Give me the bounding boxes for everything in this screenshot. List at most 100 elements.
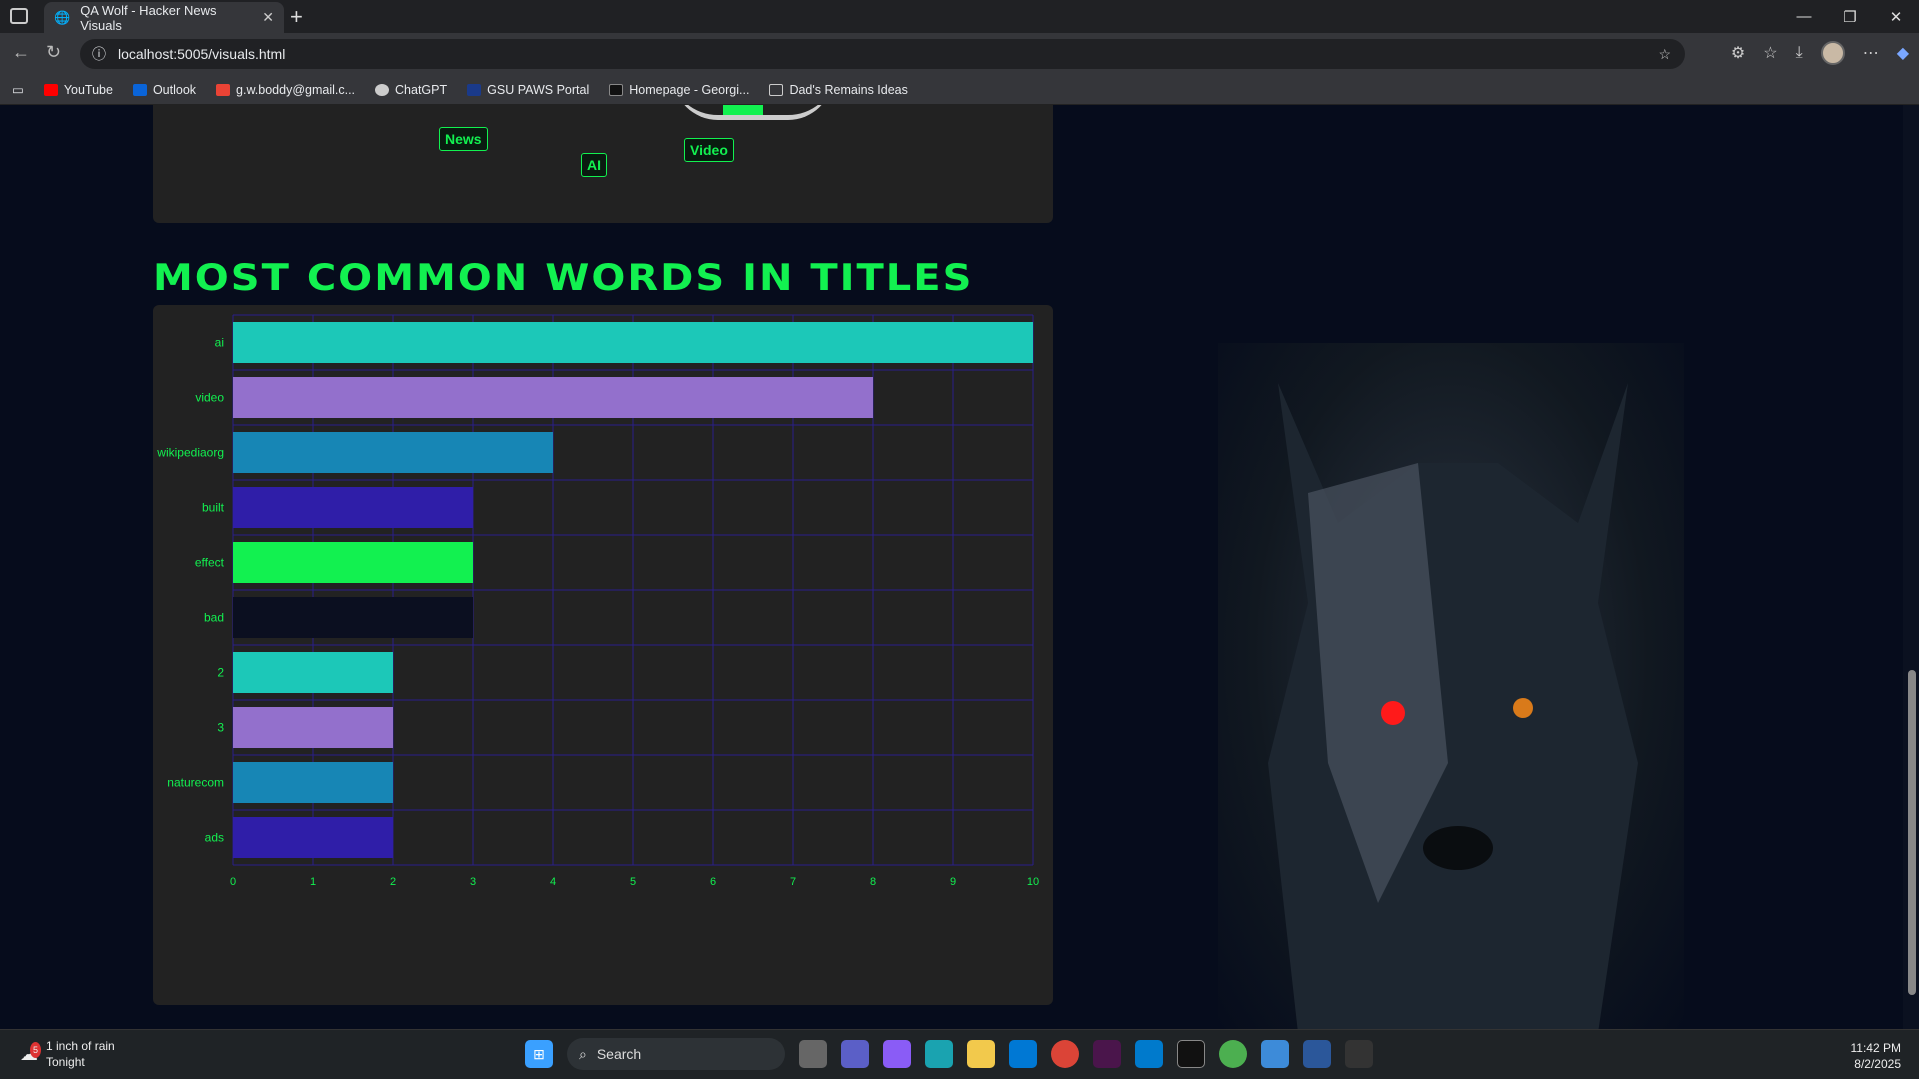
y-category-label: ads <box>205 831 224 845</box>
file-explorer-icon[interactable] <box>967 1040 995 1068</box>
scrollbar-thumb[interactable] <box>1908 670 1916 995</box>
y-category-label: video <box>195 391 224 405</box>
bar <box>233 817 393 858</box>
y-category-label: effect <box>195 556 225 570</box>
app-icon[interactable] <box>1177 1040 1205 1068</box>
x-tick-label: 4 <box>550 876 556 888</box>
extensions-icon[interactable]: ⚙ <box>1731 43 1745 63</box>
browser-tab[interactable]: 🌐 QA Wolf - Hacker News Visuals ✕ <box>44 2 284 33</box>
clock-time: 11:42 PM <box>1850 1041 1901 1055</box>
address-bar[interactable]: ⓘ localhost:5005/visuals.html ☆ <box>80 39 1685 69</box>
bar <box>233 432 553 473</box>
notepad-icon[interactable] <box>1261 1040 1289 1068</box>
edge-icon[interactable] <box>925 1040 953 1068</box>
pie-label-ai: AI <box>581 153 607 177</box>
site-icon <box>609 83 624 96</box>
chrome-icon[interactable] <box>1051 1040 1079 1068</box>
slack-icon[interactable] <box>1093 1040 1121 1068</box>
cyborg-wolf-image <box>1218 343 1684 1029</box>
collections-icon[interactable]: ▭ <box>12 82 24 97</box>
y-category-label: wikipediaorg <box>156 446 224 460</box>
y-category-label: naturecom <box>167 776 224 790</box>
x-tick-label: 5 <box>630 876 636 888</box>
gmail-icon <box>216 83 231 96</box>
minimize-button[interactable]: — <box>1781 0 1827 33</box>
y-category-label: 3 <box>217 721 224 735</box>
url-text[interactable]: localhost:5005/visuals.html <box>118 46 285 62</box>
page-scrollbar[interactable] <box>1903 105 1919 1029</box>
copilot-icon[interactable]: ◆ <box>1897 43 1909 63</box>
more-menu-icon[interactable]: ⋯ <box>1863 43 1879 63</box>
close-tab-icon[interactable]: ✕ <box>262 9 274 26</box>
pie-label-video: Video <box>684 138 734 162</box>
bookmark-outlook[interactable]: Outlook <box>132 83 196 97</box>
sidebar-toggle-icon[interactable] <box>10 8 28 24</box>
taskbar-search[interactable]: ⌕ Search <box>567 1038 785 1070</box>
bar <box>233 762 393 803</box>
bar <box>233 322 1033 363</box>
bookmark-gsu-paws[interactable]: GSU PAWS Portal <box>467 83 589 97</box>
favorites-icon[interactable]: ☆ <box>1763 43 1777 63</box>
word-icon[interactable] <box>1303 1040 1331 1068</box>
restore-button[interactable]: ❐ <box>1827 0 1873 33</box>
bookmark-youtube[interactable]: YouTube <box>43 83 113 97</box>
y-category-label: 2 <box>217 666 224 680</box>
globe-icon: 🌐 <box>54 9 71 25</box>
x-tick-label: 0 <box>230 876 236 888</box>
browser-toolbar: ← ↻ ⓘ localhost:5005/visuals.html ☆ ⚙ ☆ … <box>0 33 1919 75</box>
close-window-button[interactable]: ✕ <box>1873 0 1919 33</box>
tab-title: QA Wolf - Hacker News Visuals <box>80 2 217 33</box>
weather-subtext: Tonight <box>46 1055 85 1069</box>
task-view-icon[interactable] <box>799 1040 827 1068</box>
bar <box>233 487 473 528</box>
chatgpt-icon <box>375 83 390 96</box>
bar-chart: 0 1 2 3 4 5 6 7 8 9 10 ai video wikipediaorg built effe… <box>156 314 1039 888</box>
terminal-icon[interactable] <box>1345 1040 1373 1068</box>
bookmark-folder[interactable]: Dad's Remains Ideas <box>769 83 908 97</box>
amber-eye <box>1513 698 1533 718</box>
pie-chart-card: News AI Video <box>153 105 1053 223</box>
weather-badge: 5 <box>30 1042 42 1058</box>
x-tick-label: 8 <box>870 876 876 888</box>
start-button[interactable]: ⊞ <box>525 1040 553 1068</box>
refresh-button[interactable]: ↻ <box>46 42 61 63</box>
teams-icon[interactable] <box>841 1040 869 1068</box>
downloads-icon[interactable]: ⤓ <box>1796 44 1803 62</box>
pie-label-news: News <box>439 127 488 151</box>
system-clock[interactable]: 11:42 PM 8/2/2025 <box>1851 1040 1901 1072</box>
chrome-profile-icon[interactable] <box>1219 1040 1247 1068</box>
x-tick-label: 1 <box>310 876 316 888</box>
x-tick-label: 3 <box>470 876 476 888</box>
info-icon[interactable]: ⓘ <box>92 44 106 64</box>
x-tick-label: 7 <box>790 876 796 888</box>
weather-widget[interactable]: ☁ 5 1 inch of rain Tonight <box>20 1038 115 1070</box>
youtube-icon <box>43 83 58 96</box>
y-category-label: built <box>202 501 225 515</box>
pie-chart-bottom <box>673 105 833 120</box>
bookmark-chatgpt[interactable]: ChatGPT <box>375 83 447 97</box>
bookmark-gmail[interactable]: g.w.boddy@gmail.c... <box>216 83 355 97</box>
profile-avatar[interactable] <box>1820 41 1845 65</box>
red-eye <box>1381 701 1405 725</box>
y-category-label: bad <box>204 611 224 625</box>
section-heading: MOST COMMON WORDS IN TITLES <box>153 256 974 300</box>
x-tick-label: 9 <box>950 876 956 888</box>
vscode-icon[interactable] <box>1135 1040 1163 1068</box>
store-icon[interactable] <box>1009 1040 1037 1068</box>
x-tick-label: 2 <box>390 876 396 888</box>
favorite-star-icon[interactable]: ☆ <box>1658 46 1671 63</box>
windows-taskbar: ☁ 5 1 inch of rain Tonight ⊞ ⌕ Search 11:42… <box>0 1029 1919 1079</box>
page-content: News AI Video MOST COMMON WORDS IN TITLE… <box>0 105 1919 1029</box>
y-category-label: ai <box>215 336 224 350</box>
bar <box>233 597 473 638</box>
folder-icon <box>769 83 784 96</box>
bar <box>233 542 473 583</box>
title-bar: 🌐 QA Wolf - Hacker News Visuals ✕ + — ❐ … <box>0 0 1919 33</box>
bookmark-homepage[interactable]: Homepage - Georgi... <box>609 83 749 97</box>
bar <box>233 707 393 748</box>
back-button[interactable]: ← <box>12 42 30 63</box>
copilot-app-icon[interactable] <box>883 1040 911 1068</box>
bar <box>233 377 873 418</box>
new-tab-button[interactable]: + <box>290 4 303 30</box>
search-icon: ⌕ <box>579 1045 587 1062</box>
